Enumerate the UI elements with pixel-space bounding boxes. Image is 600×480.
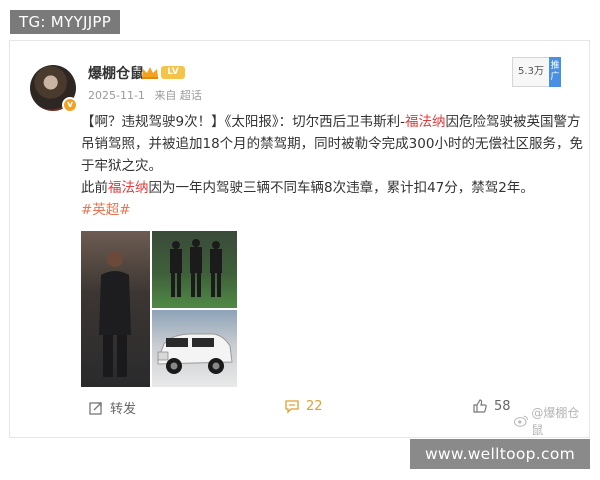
content-paragraph-1: 【啊？违规驾驶9次！】《太阳报》：切尔西后卫韦斯利-福法纳因危险驾驶被英国警方吊…	[81, 114, 583, 174]
repost-button[interactable]: 转发	[88, 398, 136, 417]
site-watermark: www.welltoop.com	[410, 439, 590, 469]
content-paragraph-2: 此前福法纳因为一年内驾驶三辆不同车辆8次违章，累计扣47分，禁驾2年。	[81, 180, 534, 196]
photo-training-group[interactable]	[152, 231, 237, 308]
players-figures	[170, 239, 222, 297]
person-figure	[99, 251, 131, 377]
avatar-verified-icon: v	[62, 97, 78, 113]
tg-watermark: TG: MYYJJPP	[10, 10, 121, 34]
repost-icon	[89, 401, 102, 415]
comment-count: 22	[306, 398, 323, 414]
like-icon	[473, 399, 487, 413]
level-badge: LV	[161, 66, 185, 79]
comment-icon	[285, 400, 299, 414]
author-name[interactable]: 爆棚仓鼠	[88, 63, 144, 83]
photo-grid	[81, 231, 237, 387]
comment-button[interactable]: 22	[284, 398, 323, 414]
player-name-link[interactable]: 福法纳	[108, 180, 149, 196]
post-actions: 转发 22 58	[10, 392, 591, 422]
crown-icon	[142, 67, 158, 79]
like-button[interactable]: 58	[472, 398, 511, 414]
photo-player-portrait[interactable]	[81, 231, 150, 387]
player-name-link[interactable]: 福法纳	[405, 114, 446, 130]
post-meta: 2025-11-1 来自 超话	[88, 87, 208, 103]
post-date: 2025-11-1	[88, 89, 145, 102]
suv-figure	[157, 333, 233, 374]
post-source[interactable]: 来自 超话	[154, 89, 202, 102]
weibo-post-card: v 爆棚仓鼠 LV 2025-11-1 来自 超话 5.3万 推广 【啊？违规驾…	[9, 40, 590, 438]
promo-tag: 推广	[549, 57, 561, 87]
weibo-watermark: @爆棚仓鼠	[514, 404, 589, 438]
repost-label: 转发	[110, 402, 137, 417]
like-count: 58	[494, 398, 511, 414]
post-content: 【啊？违规驾驶9次！】《太阳报》：切尔西后卫韦斯利-福法纳因危险驾驶被英国警方吊…	[81, 111, 586, 221]
fans-count-badge: 5.3万	[512, 57, 550, 87]
photo-car[interactable]	[152, 310, 237, 387]
weibo-logo-icon	[514, 415, 528, 427]
hashtag-link[interactable]: #英超#	[81, 199, 586, 221]
